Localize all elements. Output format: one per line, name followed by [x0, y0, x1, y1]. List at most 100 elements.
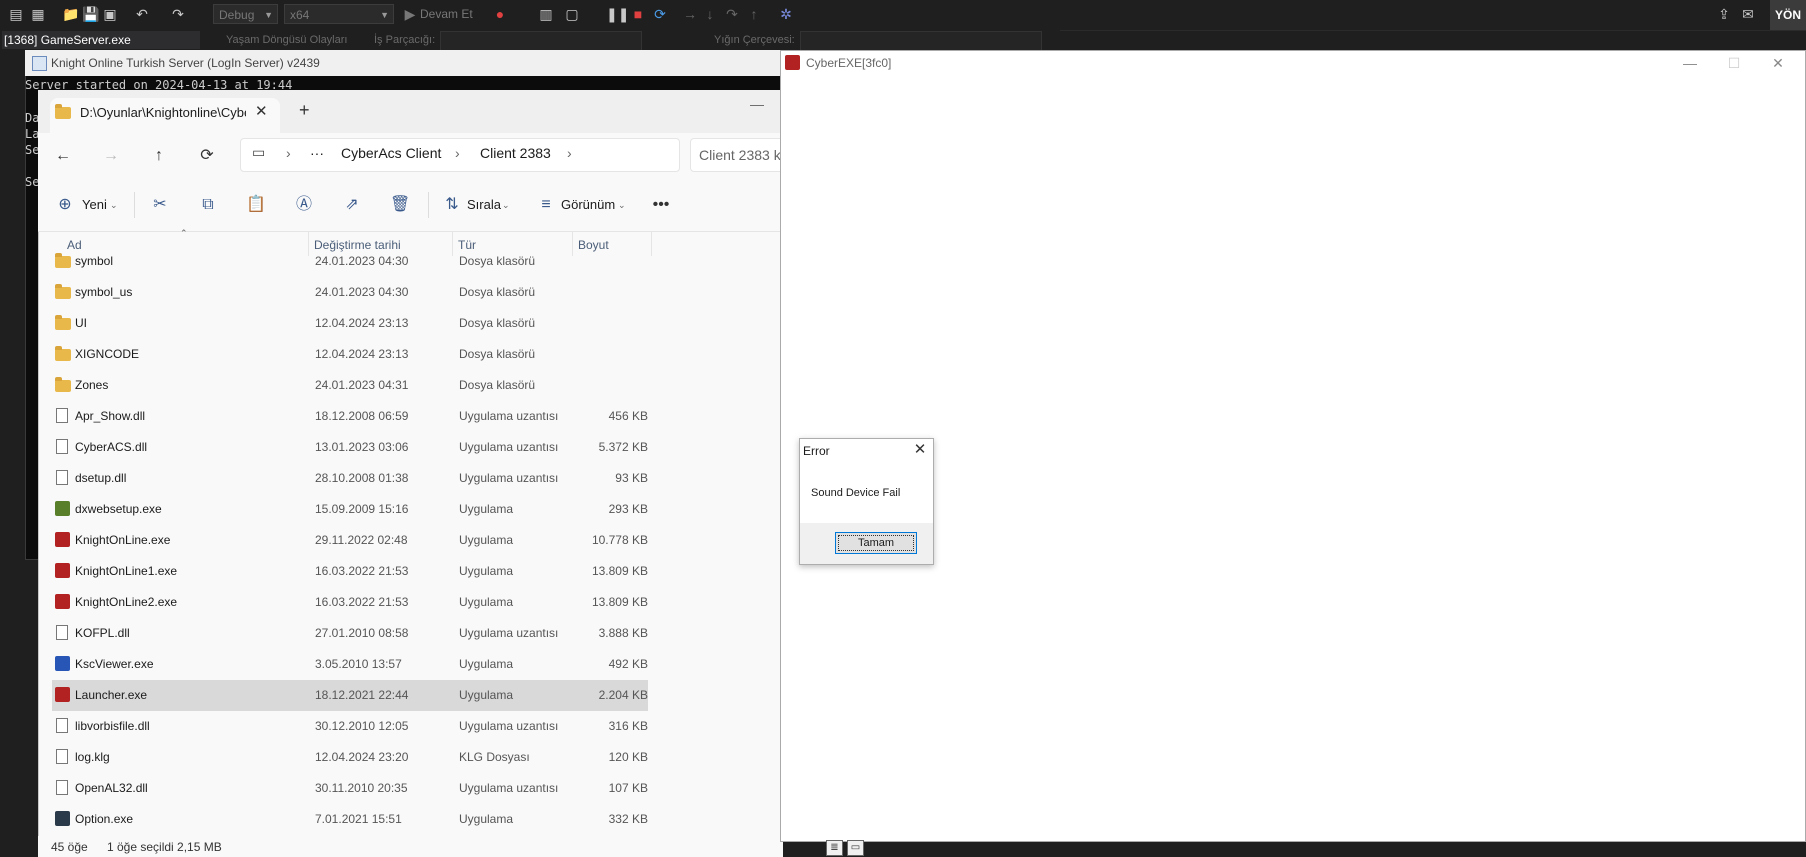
file-row[interactable]: CyberACS.dll 13.01.2023 03:06 Uygulama uza… — [52, 432, 648, 463]
up-icon[interactable]: ↑ — [146, 143, 172, 169]
file-row[interactable]: libvorbisfile.dll 30.12.2010 12:05 Uygulam… — [52, 711, 648, 742]
file-row[interactable]: Apr_Show.dll 18.12.2008 06:59 Uygulama uza… — [52, 401, 648, 432]
file-name: dsetup.dll — [75, 471, 127, 485]
save-icon[interactable]: 💾 — [82, 6, 99, 22]
minimize-icon[interactable]: — — [1668, 51, 1712, 75]
account-button[interactable]: YÖN — [1770, 0, 1806, 30]
file-date: 24.01.2023 04:30 — [315, 254, 409, 268]
copy-icon[interactable]: ⧉ — [198, 195, 218, 215]
file-row[interactable]: dsetup.dll 28.10.2008 01:38 Uygulama uzant… — [52, 463, 648, 494]
lifecycle-events-label[interactable]: Yaşam Döngüsü Olayları — [226, 31, 347, 49]
file-row[interactable]: OpenAL32.dll 30.11.2010 20:35 Uygulama uza… — [52, 773, 648, 804]
file-row[interactable]: log.klg 12.04.2024 23:20 KLG Dosyası 120 KB — [52, 742, 648, 773]
chevron-down-icon[interactable]: ⌄ — [618, 196, 626, 214]
cut-icon[interactable]: ✂ — [150, 195, 170, 215]
new-icon[interactable]: ⊕ — [55, 195, 75, 215]
file-row[interactable]: symbol 24.01.2023 04:30 Dosya klasörü — [52, 246, 648, 277]
explorer-tab-title: D:\Oyunlar\Knightonline\Cybe — [80, 105, 246, 120]
paste-icon[interactable]: 📋 — [246, 195, 266, 215]
new-project-icon[interactable]: ▦ — [30, 6, 46, 22]
new-button[interactable]: Yeni — [82, 196, 107, 214]
redo-icon[interactable]: ↷ — [170, 6, 186, 22]
config-combo[interactable]: Debug ▼ — [213, 4, 278, 24]
chevron-down-icon[interactable]: ⌄ — [110, 196, 118, 214]
sort-button[interactable]: Sırala — [467, 196, 501, 214]
file-row[interactable]: KscViewer.exe 3.05.2010 13:57 Uygulama 492 … — [52, 649, 648, 680]
file-row[interactable]: dxwebsetup.exe 15.09.2009 15:16 Uygulama 29… — [52, 494, 648, 525]
file-icon — [56, 780, 68, 795]
close-icon[interactable]: ✕ — [910, 440, 930, 460]
open-folder-icon[interactable]: 📁 — [62, 6, 79, 22]
new-tab-icon[interactable]: + — [299, 100, 310, 121]
pause-icon[interactable]: ❚❚ — [606, 6, 629, 22]
close-tab-icon[interactable]: ✕ — [255, 102, 268, 120]
application-icon — [55, 594, 70, 609]
show-next-statement-icon[interactable]: → — [682, 6, 698, 22]
sort-icon[interactable]: ⇅ — [442, 195, 462, 215]
stop-icon[interactable]: ■ — [630, 6, 646, 22]
back-icon[interactable]: ← — [50, 143, 76, 169]
console-title-bar[interactable]: Knight Online Turkish Server (LogIn Serv… — [25, 50, 785, 76]
undo-icon[interactable]: ↶ — [134, 6, 150, 22]
breadcrumb-overflow-icon[interactable]: ··· — [310, 145, 324, 161]
cyber-exe-title-bar[interactable]: CyberEXE[3fc0] — [781, 51, 1805, 75]
step-into-icon[interactable]: ↓ — [702, 6, 718, 22]
breadcrumb-item[interactable]: CyberAcs Client — [341, 145, 441, 161]
file-row[interactable]: KnightOnLine.exe 29.11.2022 02:48 Uygulama… — [52, 525, 648, 556]
breadcrumb-chevron-icon[interactable]: › — [286, 145, 291, 161]
file-row[interactable]: XIGNCODE 12.04.2024 23:13 Dosya klasörü — [52, 339, 648, 370]
save-all-icon[interactable]: ▣ — [102, 6, 118, 22]
search-input[interactable]: Client 2383 k — [690, 138, 790, 172]
bug-icon[interactable]: ✲ — [778, 6, 794, 22]
details-view-icon[interactable]: ≣ — [826, 840, 843, 856]
file-type: Uygulama uzantısı — [459, 781, 559, 795]
file-date: 29.11.2022 02:48 — [315, 533, 408, 547]
continue-button[interactable]: Devam Et — [420, 7, 473, 21]
view-icon[interactable]: ≡ — [536, 195, 556, 215]
file-row[interactable]: Option.exe 7.01.2021 15:51 Uygulama 332 KB — [52, 804, 648, 835]
feedback-icon[interactable]: ✉ — [1740, 6, 1756, 22]
more-options-icon[interactable]: ••• — [651, 195, 671, 215]
address-bar[interactable] — [240, 138, 680, 172]
file-row[interactable]: Zones 24.01.2023 04:31 Dosya klasörü — [52, 370, 648, 401]
file-icon — [56, 408, 68, 423]
thread-combo[interactable] — [440, 31, 642, 51]
maximize-icon[interactable]: ☐ — [1712, 51, 1756, 75]
share-icon[interactable]: ⇪ — [1716, 6, 1732, 22]
stack-frame-combo[interactable] — [800, 31, 1042, 51]
view-button[interactable]: Görünüm — [561, 196, 615, 214]
forward-icon[interactable]: → — [98, 143, 124, 169]
file-row[interactable]: UI 12.04.2024 23:13 Dosya klasörü — [52, 308, 648, 339]
breadcrumb-chevron-icon[interactable]: › — [455, 145, 460, 161]
diagnostics-icon[interactable]: ▥ — [538, 6, 554, 22]
menu-icon[interactable]: ▤ — [8, 6, 24, 22]
rename-icon[interactable]: Ⓐ — [294, 195, 314, 215]
breadcrumb-item[interactable]: Client 2383 — [480, 145, 551, 161]
process-selector[interactable]: [1368] GameServer.exe — [2, 31, 200, 49]
chevron-down-icon[interactable]: ⌄ — [502, 196, 510, 214]
file-row[interactable]: KOFPL.dll 27.01.2010 08:58 Uygulama uzantı… — [52, 618, 648, 649]
close-icon[interactable]: ✕ — [1756, 51, 1800, 75]
delete-icon[interactable]: 🗑 — [390, 195, 410, 215]
file-row[interactable]: KnightOnLine1.exe 16.03.2022 21:53 Uygulam… — [52, 556, 648, 587]
column-separator[interactable] — [651, 232, 652, 256]
tiles-view-icon[interactable]: ▭ — [847, 840, 864, 856]
restart-icon[interactable]: ⟳ — [652, 6, 668, 22]
play-icon[interactable]: ▶ — [402, 6, 418, 22]
sort-ascending-icon: ⌃ — [180, 228, 188, 238]
file-row[interactable]: KnightOnLine2.exe 16.03.2022 21:53 Uygulam… — [52, 587, 648, 618]
file-row[interactable]: symbol_us 24.01.2023 04:30 Dosya klasörü — [52, 277, 648, 308]
refresh-icon[interactable]: ⟳ — [194, 143, 220, 169]
step-out-icon[interactable]: ↑ — [746, 6, 762, 22]
platform-combo[interactable]: x64 ▼ — [284, 4, 394, 24]
step-over-icon[interactable]: ↷ — [724, 6, 740, 22]
share-icon[interactable]: ⇗ — [342, 195, 362, 215]
file-row[interactable]: Launcher.exe 18.12.2021 22:44 Uygulama 2.20… — [52, 680, 648, 711]
breadcrumb-chevron-icon[interactable]: › — [567, 145, 572, 161]
file-name: Option.exe — [75, 812, 134, 826]
hot-reload-icon[interactable]: ● — [492, 6, 508, 22]
ok-button[interactable]: Tamam — [835, 532, 917, 554]
windows-icon[interactable]: ▢ — [564, 6, 580, 22]
minimize-icon[interactable]: — — [750, 96, 764, 112]
vs-toolbar: ▤ ▦ 📁 💾 ▣ ↶ ↷ Debug ▼ x64 ▼ ▶ Devam Et ● ▥… — [0, 0, 1806, 31]
